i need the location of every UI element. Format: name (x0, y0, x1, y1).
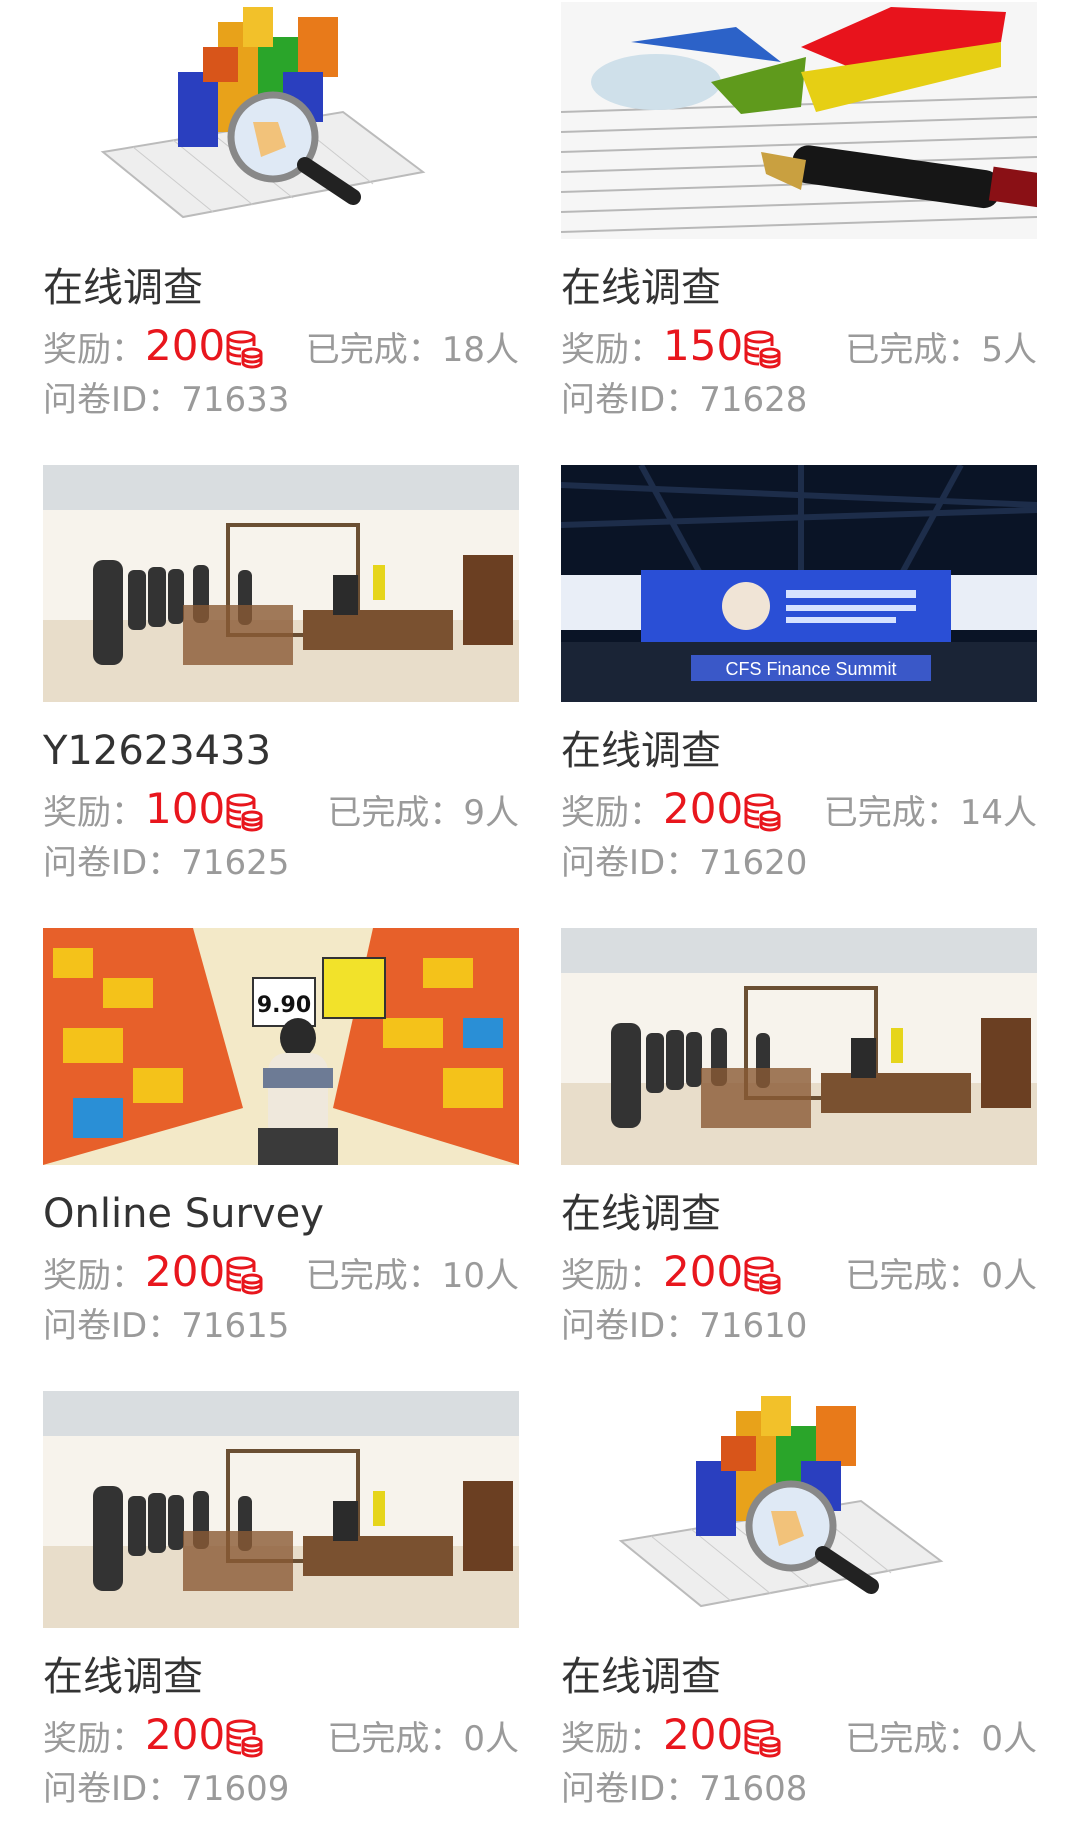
bar-chart-magnifier-image (43, 2, 519, 239)
coin-stack-icon (744, 1256, 781, 1295)
coin-stack-icon (744, 1719, 781, 1758)
reward-value: 150 (663, 321, 744, 370)
reward-row: 奖励： 100 已完成：9人 (43, 785, 519, 835)
survey-thumbnail-bar-chart[interactable] (43, 2, 519, 239)
survey-thumbnail-summit[interactable]: CFS Finance Summit (561, 465, 1037, 702)
reward-label: 奖励： (561, 793, 663, 833)
survey-card[interactable]: CFS Finance Summit 在线调查 奖励： 200 已完成：14人 … (561, 465, 1037, 883)
questionnaire-id: 问卷ID：71628 (561, 380, 808, 420)
reward-value: 200 (145, 321, 226, 370)
completed-count: 已完成：9人 (327, 793, 519, 833)
survey-title: 在线调查 (561, 265, 721, 311)
completed-count: 已完成：0人 (845, 1719, 1037, 1759)
survey-card[interactable]: 在线调查 奖励： 200 已完成：18人 问卷ID：71633 (43, 2, 519, 420)
questionnaire-id: 问卷ID：71620 (561, 843, 808, 883)
reward-row: 奖励： 200 已完成：18人 (43, 322, 519, 372)
coin-stack-icon (226, 793, 263, 832)
reward-label: 奖励： (43, 1256, 145, 1296)
completed-count: 已完成：10人 (305, 1256, 519, 1296)
survey-card[interactable]: 在线调查 奖励： 150 已完成：5人 问卷ID：71628 (561, 2, 1037, 420)
reward-value: 200 (145, 1247, 226, 1296)
survey-card[interactable]: 在线调查 奖励： 200 已完成：0人 问卷ID：71608 (561, 1391, 1037, 1809)
survey-grid: 在线调查 奖励： 200 已完成：18人 问卷ID：71633 在线调查 奖励：… (0, 0, 1080, 1831)
bar-chart-magnifier-image (561, 1391, 1037, 1628)
coin-stack-icon (226, 1719, 263, 1758)
reward-row: 奖励： 200 已完成：0人 (561, 1711, 1037, 1761)
coin-stack-icon (226, 330, 263, 369)
questionnaire-id: 问卷ID：71610 (561, 1306, 808, 1346)
completed-count: 已完成：0人 (327, 1719, 519, 1759)
finance-summit-stage-image: CFS Finance Summit (561, 465, 1037, 702)
furniture-showroom-image (43, 1391, 519, 1628)
survey-title: 在线调查 (561, 1191, 721, 1237)
survey-title: 在线调查 (43, 1654, 203, 1700)
coin-stack-icon (226, 1256, 263, 1295)
survey-title: 在线调查 (43, 265, 203, 311)
survey-thumbnail-supermarket[interactable]: 9.90 (43, 928, 519, 1165)
reward-label: 奖励： (43, 330, 145, 370)
reward-label: 奖励： (43, 793, 145, 833)
reward-label: 奖励： (561, 330, 663, 370)
summit-banner-text: CFS Finance Summit (725, 659, 896, 679)
reward-row: 奖励： 200 已完成：0人 (43, 1711, 519, 1761)
furniture-showroom-image (43, 465, 519, 702)
supermarket-aisle-image: 9.90 (43, 928, 519, 1165)
survey-thumbnail-pie-chart[interactable] (561, 2, 1037, 239)
questionnaire-id: 问卷ID：71615 (43, 1306, 290, 1346)
pie-chart-pen-image (561, 2, 1037, 239)
reward-value: 200 (145, 1710, 226, 1759)
reward-label: 奖励： (561, 1719, 663, 1759)
reward-row: 奖励： 200 已完成：10人 (43, 1248, 519, 1298)
survey-title: Y12623433 (43, 728, 272, 774)
questionnaire-id: 问卷ID：71625 (43, 843, 290, 883)
survey-card[interactable]: 9.90 Online Survey 奖励： 200 已完成：10人 问卷ID：… (43, 928, 519, 1346)
survey-title: 在线调查 (561, 1654, 721, 1700)
survey-card[interactable]: 在线调查 奖励： 200 已完成：0人 问卷ID：71609 (43, 1391, 519, 1809)
reward-value: 100 (145, 784, 226, 833)
completed-count: 已完成：5人 (845, 330, 1037, 370)
reward-value: 200 (663, 784, 744, 833)
reward-row: 奖励： 200 已完成：14人 (561, 785, 1037, 835)
survey-card[interactable]: 在线调查 奖励： 200 已完成：0人 问卷ID：71610 (561, 928, 1037, 1346)
survey-thumbnail-showroom[interactable] (43, 465, 519, 702)
questionnaire-id: 问卷ID：71608 (561, 1769, 808, 1809)
survey-card[interactable]: Y12623433 奖励： 100 已完成：9人 问卷ID：71625 (43, 465, 519, 883)
furniture-showroom-image (561, 928, 1037, 1165)
questionnaire-id: 问卷ID：71609 (43, 1769, 290, 1809)
survey-title: 在线调查 (561, 728, 721, 774)
completed-count: 已完成：0人 (845, 1256, 1037, 1296)
survey-thumbnail-showroom[interactable] (561, 928, 1037, 1165)
survey-thumbnail-showroom[interactable] (43, 1391, 519, 1628)
reward-row: 奖励： 150 已完成：5人 (561, 322, 1037, 372)
reward-row: 奖励： 200 已完成：0人 (561, 1248, 1037, 1298)
completed-count: 已完成：18人 (305, 330, 519, 370)
survey-thumbnail-bar-chart[interactable] (561, 1391, 1037, 1628)
survey-title: Online Survey (43, 1191, 324, 1237)
reward-value: 200 (663, 1710, 744, 1759)
questionnaire-id: 问卷ID：71633 (43, 380, 290, 420)
price-tag-text: 9.90 (257, 993, 311, 1018)
coin-stack-icon (744, 330, 781, 369)
reward-label: 奖励： (43, 1719, 145, 1759)
reward-label: 奖励： (561, 1256, 663, 1296)
completed-count: 已完成：14人 (823, 793, 1037, 833)
coin-stack-icon (744, 793, 781, 832)
reward-value: 200 (663, 1247, 744, 1296)
